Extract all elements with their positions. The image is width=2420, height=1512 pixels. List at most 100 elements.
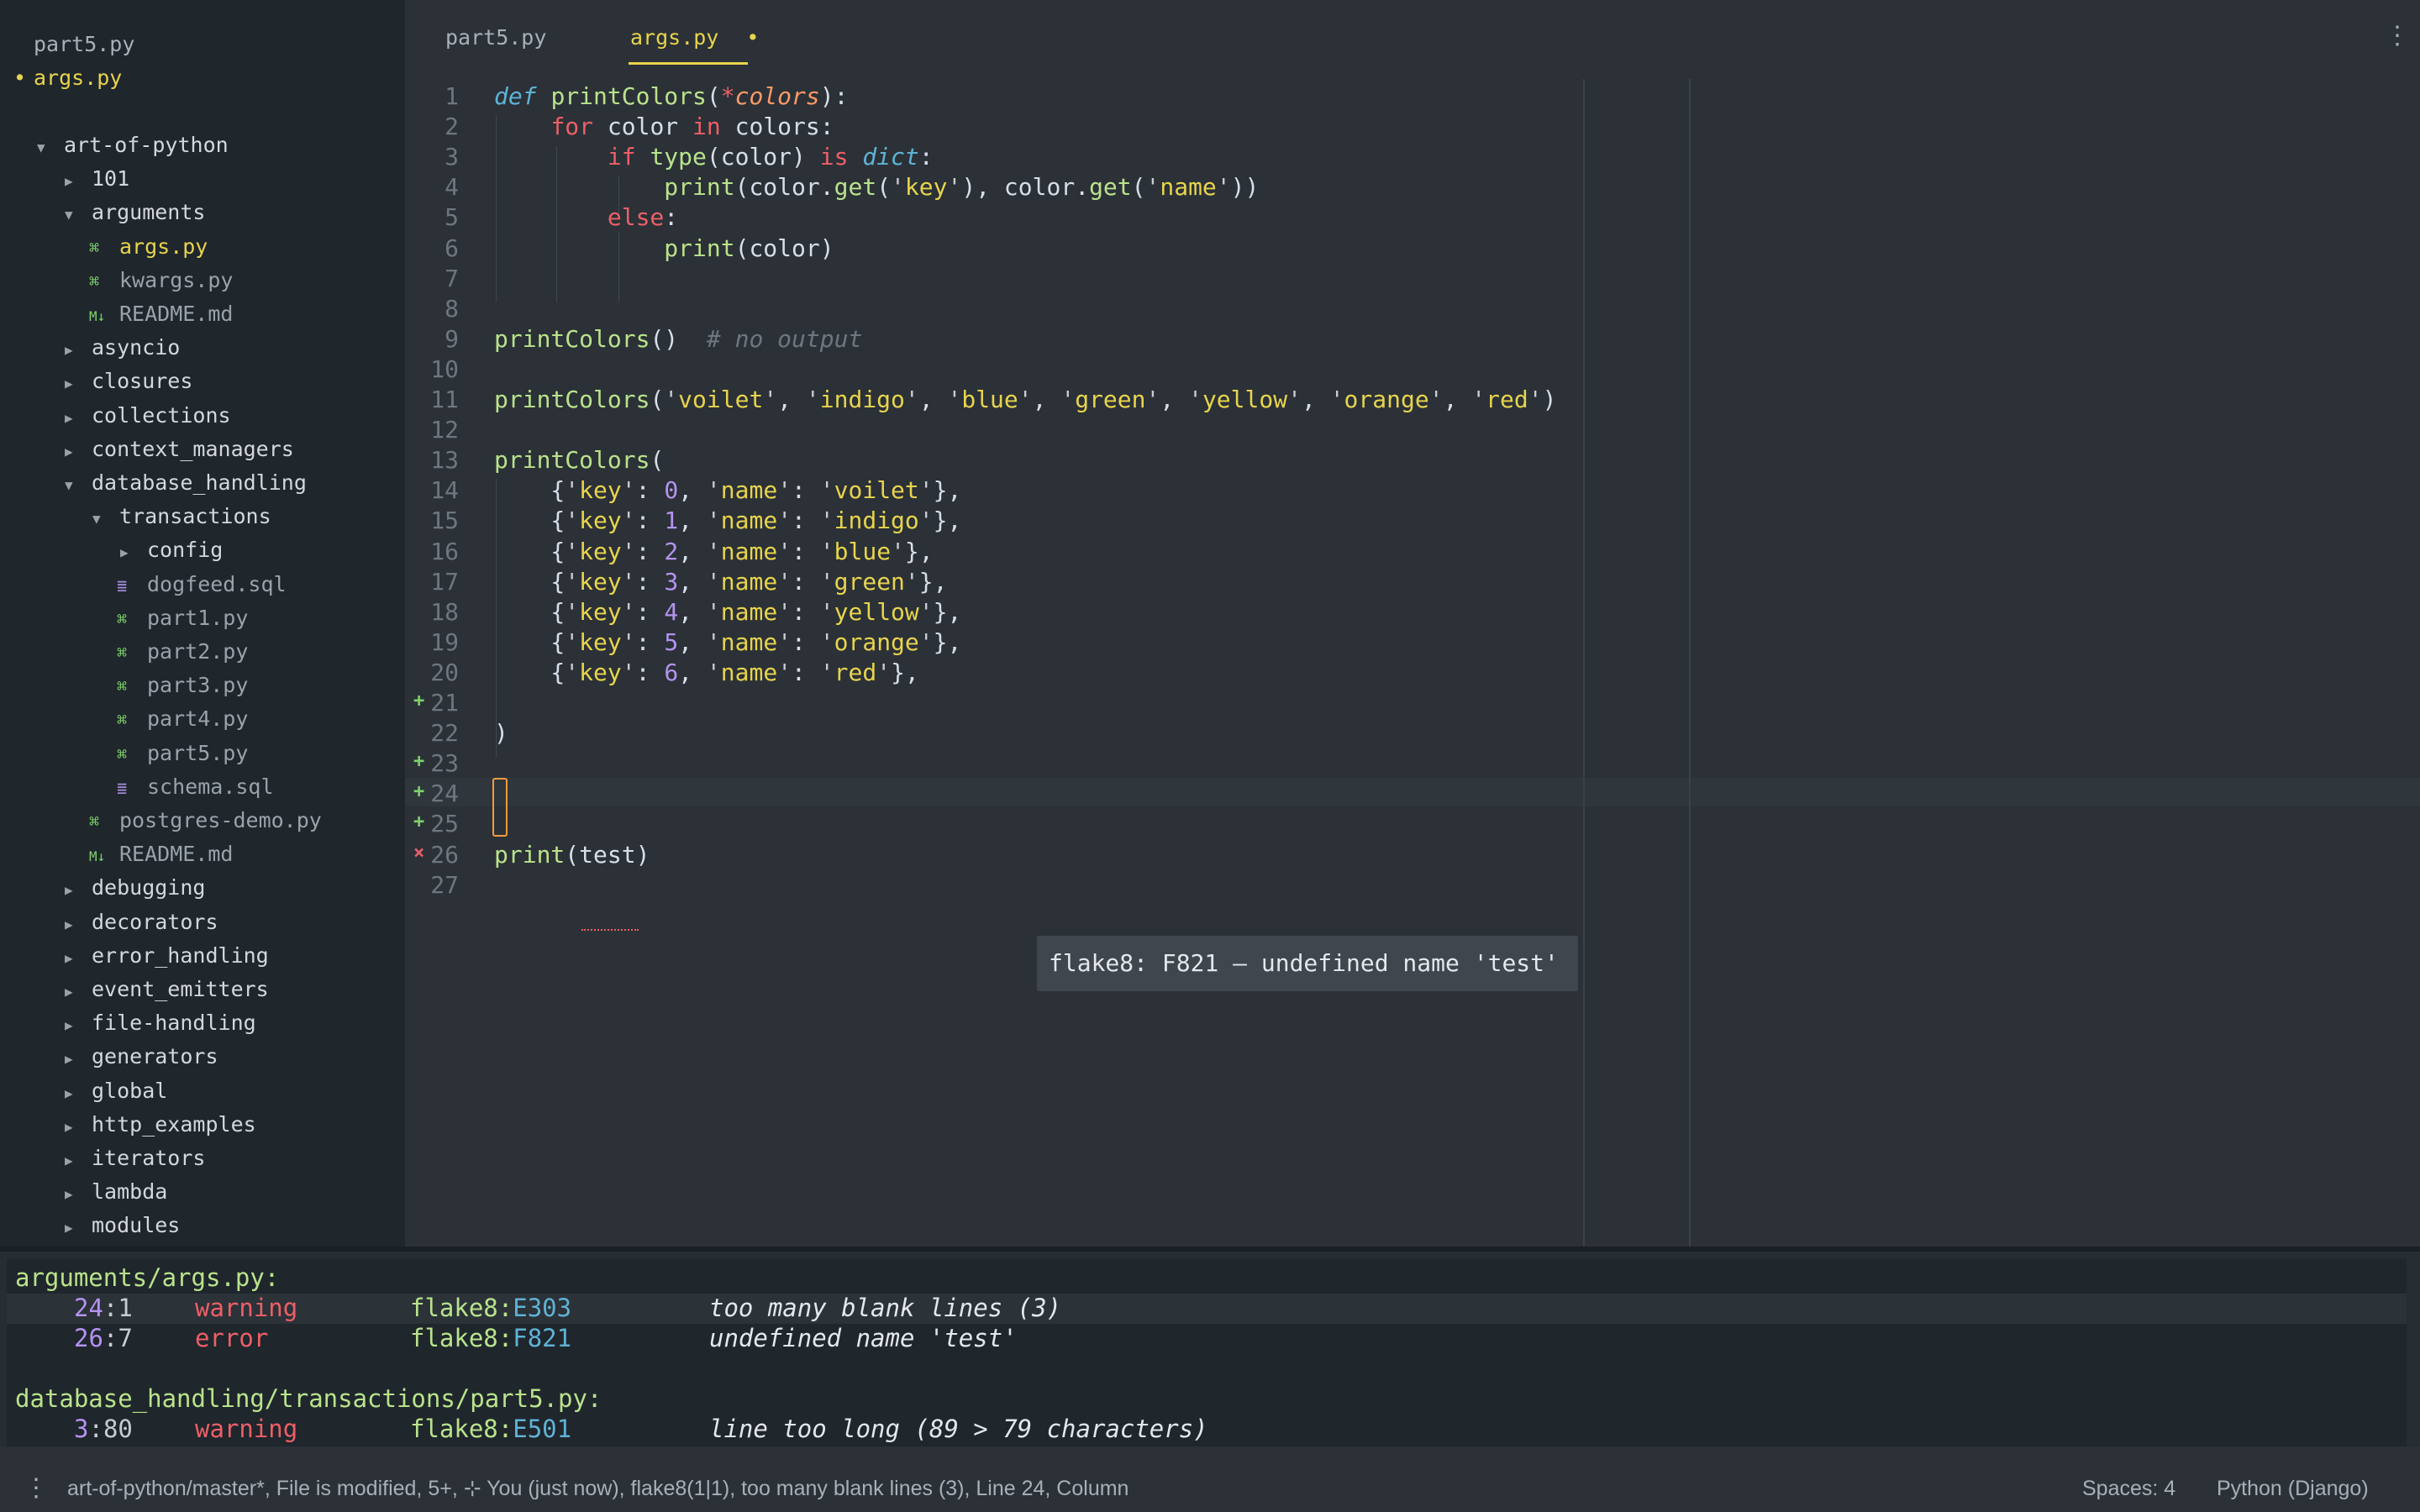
code-token: : xyxy=(635,627,665,656)
tree-file[interactable]: ⌘ kwargs.py xyxy=(89,264,233,297)
code-token: ' xyxy=(891,173,905,202)
tree-folder[interactable]: ▶ 101 xyxy=(65,162,129,196)
code-token: key xyxy=(579,597,622,626)
code-token: ' xyxy=(904,386,919,413)
tree-folder[interactable]: ▼ art-of-python xyxy=(37,129,229,162)
tree-item-label: generators xyxy=(92,1044,218,1069)
database-file-icon: ≣ xyxy=(117,777,128,798)
tree-item-label: debugging xyxy=(92,875,206,900)
code-token: , xyxy=(678,597,707,626)
tree-folder[interactable]: ▶ debugging xyxy=(65,871,205,905)
code-token: , xyxy=(1443,386,1472,413)
tree-file[interactable]: ⌘ part2.py xyxy=(117,635,248,669)
tree-folder[interactable]: ▼ arguments xyxy=(65,196,205,229)
python-file-icon: ⌘ xyxy=(117,643,128,663)
tree-file[interactable]: M↓ README.md xyxy=(89,837,233,871)
lint-message: too many blank lines (3) xyxy=(709,1294,1062,1322)
open-file-label: part5.py xyxy=(34,32,135,56)
code-token: red xyxy=(1486,386,1528,413)
lint-row[interactable]: 26:7 error flake8:F821 undefined name 'test… xyxy=(7,1324,2407,1354)
tree-folder[interactable]: ▼ transactions xyxy=(92,500,271,533)
code-token: printColors xyxy=(550,82,707,110)
code-line: printColors( xyxy=(494,446,664,474)
code-line: printColors() # no output xyxy=(494,325,862,353)
code-token: ' xyxy=(706,658,721,686)
python-file-icon: ⌘ xyxy=(117,676,128,697)
lint-file-header[interactable]: database_handling/transactions/part5.py: xyxy=(15,1384,602,1413)
line-number: 16 xyxy=(430,537,459,565)
code-token: print xyxy=(664,234,735,262)
code-token: ' xyxy=(621,627,636,656)
tree-item-label: kwargs.py xyxy=(119,267,234,292)
lint-row[interactable]: 24:1 warning flake8:E303 too many blank lin… xyxy=(7,1294,2407,1324)
tab-args[interactable]: args.py • xyxy=(630,25,759,50)
code-token: ' xyxy=(918,597,934,626)
code-token: : xyxy=(792,567,820,596)
tree-file[interactable]: ⌘ part4.py xyxy=(117,702,248,736)
code-token: ' xyxy=(1188,386,1202,413)
tree-folder[interactable]: ▼ database_handling xyxy=(65,466,307,500)
more-menu-icon[interactable]: ⋮ xyxy=(2385,24,2410,49)
lint-position: 3:80 xyxy=(74,1415,133,1443)
lint-row[interactable]: 3:80 warning flake8:E501 line too long (89 … xyxy=(7,1415,2407,1445)
lint-rule: flake8:E501 xyxy=(410,1415,571,1443)
code-token: ' xyxy=(819,658,834,686)
tree-folder[interactable]: ▶ asyncio xyxy=(65,331,180,365)
tree-folder[interactable]: ▶ context_managers xyxy=(65,433,294,466)
code-token: colors xyxy=(734,82,820,110)
tree-folder[interactable]: ▶ closures xyxy=(65,365,192,398)
python-file-icon: ⌘ xyxy=(117,743,128,764)
tree-file[interactable]: ⌘ part1.py xyxy=(117,601,248,635)
tree-item-label: arguments xyxy=(92,200,206,225)
tree-file[interactable]: ≣ schema.sql xyxy=(117,770,274,804)
code-token: ' xyxy=(621,476,636,505)
tree-folder[interactable]: ▶ modules xyxy=(65,1209,180,1242)
status-git-info[interactable]: art-of-python/master*, File is modified,… xyxy=(67,1465,1128,1512)
tree-folder[interactable]: ▶ http_examples xyxy=(65,1108,256,1142)
tab-part5[interactable]: part5.py xyxy=(445,25,546,50)
tree-file[interactable]: ⌘ part3.py xyxy=(117,669,248,702)
tree-file[interactable]: ≣ dogfeed.sql xyxy=(117,568,287,601)
tree-item-label: part3.py xyxy=(147,673,249,698)
lint-column: 80 xyxy=(103,1415,133,1443)
lint-code: F821 xyxy=(513,1324,572,1352)
tree-file[interactable]: ⌘ postgres-demo.py xyxy=(89,804,322,837)
tree-folder[interactable]: ▶ generators xyxy=(65,1040,218,1074)
code-token: key xyxy=(579,567,622,596)
tree-folder[interactable]: ▶ lambda xyxy=(65,1175,167,1209)
status-syntax[interactable]: Python (Django) xyxy=(2217,1465,2369,1512)
status-indentation[interactable]: Spaces: 4 xyxy=(2082,1465,2175,1512)
code-token: 5 xyxy=(664,627,679,656)
tree-folder[interactable]: ▶ global xyxy=(65,1074,167,1108)
code-token: ' xyxy=(819,567,834,596)
code-token: , xyxy=(678,476,707,505)
tree-file[interactable]: M↓ README.md xyxy=(89,297,233,331)
tree-folder[interactable]: ▶ error_handling xyxy=(65,939,269,973)
code-token: else xyxy=(607,203,665,232)
open-file-item[interactable]: part5.py xyxy=(34,32,134,56)
python-file-icon: ⌘ xyxy=(89,811,100,832)
code-token: ' xyxy=(1216,173,1231,202)
tree-file[interactable]: ⌘ part5.py xyxy=(117,737,248,770)
tree-folder[interactable]: ▶ config xyxy=(120,533,223,567)
tree-folder[interactable]: ▶ collections xyxy=(65,399,231,433)
lint-rule: flake8:F821 xyxy=(410,1324,571,1352)
code-token: }, xyxy=(933,476,962,505)
lint-file-header[interactable]: arguments/args.py: xyxy=(15,1263,279,1292)
tree-folder[interactable]: ▶ event_emitters xyxy=(65,973,269,1006)
code-token: get xyxy=(1089,173,1132,202)
status-menu-icon[interactable]: ⋮ xyxy=(24,1465,49,1512)
tab-args-label: args.py xyxy=(630,25,719,50)
tree-file[interactable]: ⌘ args.py xyxy=(89,230,208,264)
markdown-file-icon: M↓ xyxy=(89,308,106,324)
line-number: 5 xyxy=(445,203,459,232)
code-editor[interactable]: 1 2 3 4 5 6 7 8 9 10 11 12 13 14 15 16 17 18 19 20 21 22 23 24 2… xyxy=(405,67,2420,1255)
lint-code: E303 xyxy=(513,1294,572,1322)
tree-folder[interactable]: ▶ iterators xyxy=(65,1142,205,1175)
tree-folder[interactable]: ▶ file-handling xyxy=(65,1006,256,1040)
tree-folder[interactable]: ▶ decorators xyxy=(65,906,218,939)
open-file-item[interactable]: • args.py xyxy=(13,66,122,90)
lint-panel: arguments/args.py: 24:1 warning flake8:E303… xyxy=(0,1252,2420,1446)
